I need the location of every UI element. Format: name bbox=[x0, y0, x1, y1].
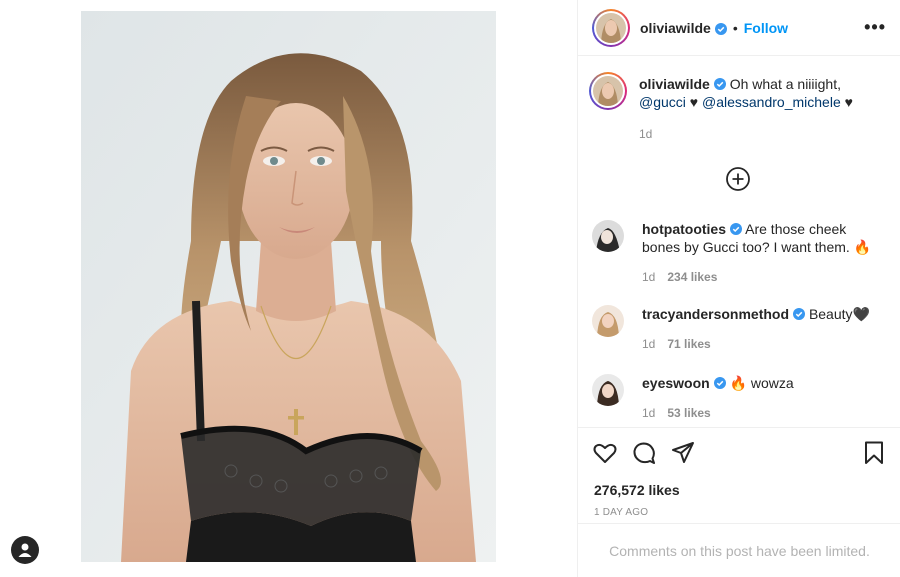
comment-row: tracyandersonmethod Beauty🖤 1d 71 likes bbox=[592, 305, 887, 353]
caption-body: oliviawilde Oh what a niiiight, @gucci ♥… bbox=[639, 75, 879, 143]
comment-meta: 1d 53 likes bbox=[642, 404, 882, 422]
comment-time: 1d bbox=[642, 406, 656, 420]
caption-meta: 1d bbox=[639, 125, 879, 143]
comment-username[interactable]: eyeswoon bbox=[642, 375, 710, 391]
commenter-avatar[interactable] bbox=[592, 220, 624, 252]
commenter-avatar[interactable] bbox=[592, 374, 624, 406]
verified-badge-icon bbox=[713, 375, 726, 389]
photo-pane bbox=[0, 0, 577, 577]
paper-plane-icon[interactable] bbox=[670, 440, 696, 466]
comment-row: eyeswoon 🔥 wowza 1d 53 likes bbox=[592, 374, 887, 422]
post-likes-count[interactable]: 276,572 likes bbox=[594, 482, 680, 498]
bookmark-icon[interactable] bbox=[861, 440, 887, 466]
commenter-avatar[interactable] bbox=[592, 305, 624, 337]
verified-badge-icon bbox=[713, 76, 726, 90]
caption-heart: ♥ bbox=[685, 94, 702, 110]
comment-meta: 1d 234 likes bbox=[642, 268, 882, 286]
comment-icon[interactable] bbox=[631, 440, 657, 466]
caption-row: oliviawilde Oh what a niiiight, @gucci ♥… bbox=[589, 72, 887, 143]
account-icon[interactable] bbox=[11, 536, 39, 564]
comments-limited-notice: Comments on this post have been limited. bbox=[578, 523, 900, 577]
post-timestamp[interactable]: 1 DAY AGO bbox=[594, 507, 648, 518]
caption-heart: ♥ bbox=[840, 94, 853, 110]
comment-likes[interactable]: 71 likes bbox=[667, 335, 710, 353]
heart-outline-icon[interactable] bbox=[592, 440, 618, 466]
caption-avatar[interactable] bbox=[589, 72, 627, 110]
verified-badge-icon bbox=[714, 22, 727, 35]
author-username[interactable]: oliviawilde bbox=[640, 20, 711, 36]
verified-badge-icon bbox=[730, 221, 742, 235]
comment-row: hotpatooties Are those cheek bones by Gu… bbox=[592, 220, 887, 286]
verified-badge-icon bbox=[793, 306, 806, 320]
more-options-button[interactable]: ••• bbox=[864, 17, 886, 38]
comment-body: eyeswoon 🔥 wowza 1d 53 likes bbox=[642, 374, 882, 422]
comment-text: 🔥 wowza bbox=[729, 375, 794, 391]
follow-button[interactable]: Follow bbox=[744, 20, 788, 36]
plus-circle-icon[interactable] bbox=[726, 167, 750, 191]
comment-username[interactable]: tracyandersonmethod bbox=[642, 306, 789, 322]
comment-likes[interactable]: 234 likes bbox=[667, 268, 717, 286]
mention-gucci[interactable]: @gucci bbox=[639, 94, 686, 110]
comment-likes[interactable]: 53 likes bbox=[667, 404, 710, 422]
post-photo[interactable] bbox=[81, 11, 496, 562]
author-avatar[interactable] bbox=[592, 8, 630, 47]
post-header: oliviawilde • Follow ••• bbox=[578, 0, 900, 56]
comment-body: tracyandersonmethod Beauty🖤 1d 71 likes bbox=[642, 305, 882, 353]
comment-text: Beauty🖤 bbox=[808, 306, 870, 322]
caption-username[interactable]: oliviawilde bbox=[639, 76, 710, 92]
comment-time: 1d bbox=[642, 337, 656, 351]
caption-text: Oh what a niiiight, bbox=[729, 76, 841, 92]
instagram-post-page: oliviawilde • Follow ••• oliviawilde Oh … bbox=[0, 0, 900, 577]
caption-time: 1d bbox=[639, 127, 653, 141]
action-icons bbox=[592, 440, 887, 468]
post-actions: 276,572 likes 1 DAY AGO bbox=[578, 427, 900, 538]
post-side-panel: oliviawilde • Follow ••• oliviawilde Oh … bbox=[577, 0, 900, 577]
comments-list[interactable]: oliviawilde Oh what a niiiight, @gucci ♥… bbox=[578, 57, 900, 427]
comment-username[interactable]: hotpatooties bbox=[642, 221, 726, 237]
mention-alessandro-michele[interactable]: @alessandro_michele bbox=[702, 94, 841, 110]
separator-dot: • bbox=[732, 19, 738, 36]
comment-meta: 1d 71 likes bbox=[642, 335, 882, 353]
comment-body: hotpatooties Are those cheek bones by Gu… bbox=[642, 220, 882, 286]
comment-time: 1d bbox=[642, 270, 656, 284]
